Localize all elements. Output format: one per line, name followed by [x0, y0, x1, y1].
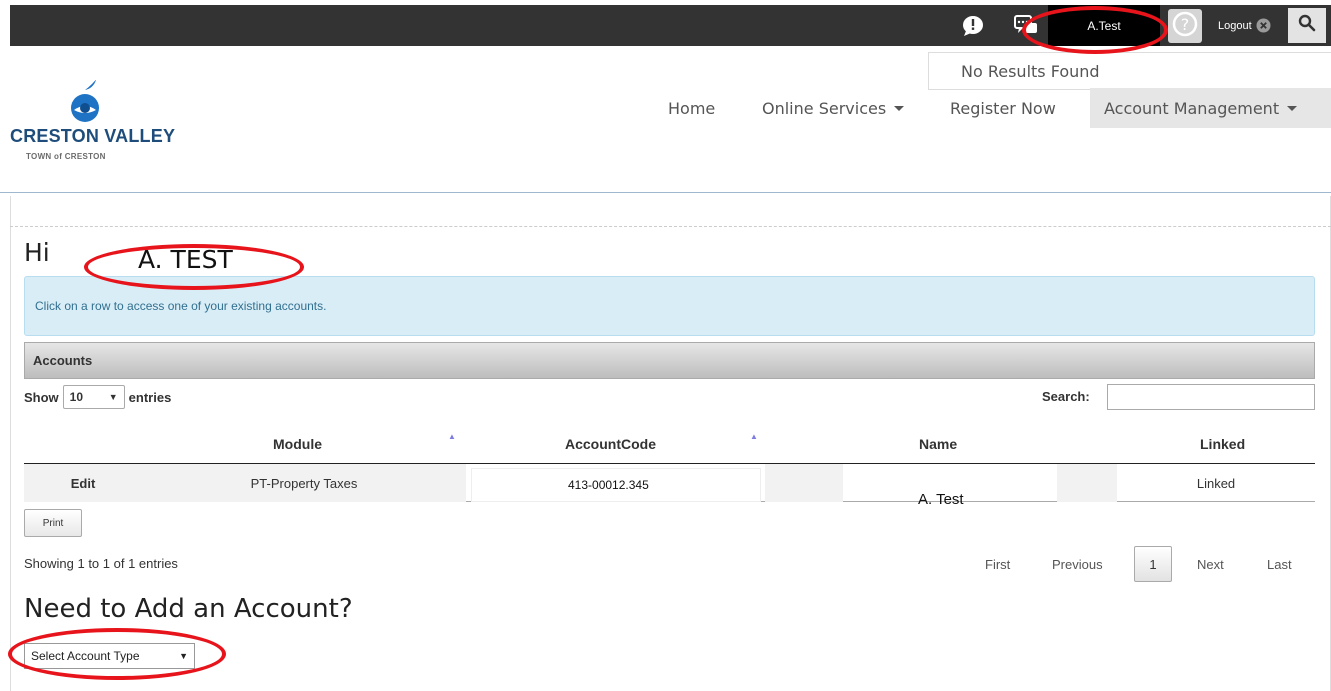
page-last-button[interactable]: Last: [1267, 546, 1292, 582]
entries-length-control: Show 10 ▼ entries: [24, 384, 171, 410]
linked-value: Linked: [1196, 475, 1236, 491]
no-results-message: No Results Found: [961, 61, 1100, 81]
table-info: Showing 1 to 1 of 1 entries: [24, 556, 178, 571]
name-value: A. Test: [918, 491, 964, 508]
chat-icon[interactable]: [1013, 14, 1039, 38]
account-type-value: Select Account Type: [31, 649, 140, 663]
column-header-module[interactable]: Module: [273, 424, 322, 464]
page-previous-button[interactable]: Previous: [1052, 546, 1103, 582]
page-current-button[interactable]: 1: [1134, 546, 1172, 582]
logo-mark: [67, 80, 103, 124]
table-row[interactable]: Edit PT-Property Taxes 413-00012.345 A. …: [24, 464, 1315, 508]
add-account-title: Need to Add an Account?: [24, 594, 353, 624]
account-type-select[interactable]: Select Account Type ▼: [24, 643, 195, 669]
cell-linked: Linked: [1117, 464, 1315, 502]
nav-online-services-label: Online Services: [762, 98, 887, 118]
nav-register-label: Register Now: [950, 98, 1056, 118]
print-button[interactable]: Print: [24, 509, 82, 537]
page-previous-label: Previous: [1052, 556, 1103, 572]
print-label: Print: [42, 517, 64, 529]
accounts-table: Module ▲ AccountCode ▲ Name Linked Edit …: [24, 424, 1315, 508]
column-module-label: Module: [273, 436, 322, 452]
page-last-label: Last: [1267, 556, 1292, 572]
column-name-label: Name: [919, 436, 958, 452]
cell-spacer: [1057, 464, 1117, 502]
logo-subtitle: TOWN of CRESTON: [26, 152, 106, 161]
close-circle-icon: [1256, 18, 1271, 33]
nav-online-services[interactable]: Online Services: [762, 88, 905, 128]
entries-label: entries: [128, 389, 172, 405]
column-header-accountcode[interactable]: AccountCode: [565, 424, 656, 464]
column-header-linked[interactable]: Linked: [1200, 424, 1245, 464]
header-divider: [0, 192, 1331, 193]
table-search-input[interactable]: [1107, 384, 1315, 410]
nav-account-label: Account Management: [1104, 98, 1280, 118]
nav-account-management[interactable]: Account Management: [1090, 88, 1331, 128]
greeting: Hi: [24, 238, 50, 267]
page-first-button[interactable]: First: [985, 546, 1010, 582]
logo[interactable]: CRESTON VALLEY TOWN of CRESTON: [10, 80, 190, 180]
accounts-heading-label: Accounts: [33, 353, 93, 368]
page-next-button[interactable]: Next: [1197, 546, 1224, 582]
greeting-user-name: A. TEST: [138, 245, 233, 274]
accounts-heading: Accounts: [24, 342, 1315, 379]
logout-button[interactable]: Logout: [1218, 5, 1271, 46]
info-alert: Click on a row to access one of your exi…: [24, 276, 1315, 336]
sort-asc-icon[interactable]: ▲: [750, 432, 758, 441]
sort-asc-icon[interactable]: ▲: [448, 432, 456, 441]
column-header-name[interactable]: Name: [919, 424, 957, 464]
avatar[interactable]: ?: [1168, 9, 1202, 43]
table-header: Module ▲ AccountCode ▲ Name Linked: [24, 424, 1315, 464]
caret-down-icon: [1287, 105, 1298, 111]
nav-home[interactable]: Home: [668, 88, 715, 128]
caret-down-icon: ▼: [179, 651, 188, 661]
edit-label: Edit: [70, 475, 96, 491]
column-linked-label: Linked: [1200, 436, 1246, 452]
search-results-dropdown: No Results Found: [928, 52, 1331, 90]
module-value: PT-Property Taxes: [250, 475, 358, 491]
caret-down-icon: [894, 105, 905, 111]
top-bar: A.Test ? Logout: [10, 5, 1331, 46]
page-current-label: 1: [1149, 556, 1157, 572]
entries-value: 10: [69, 390, 84, 404]
dashed-divider: [10, 226, 1331, 227]
cell-module: PT-Property Taxes: [142, 464, 466, 502]
info-text: Click on a row to access one of your exi…: [35, 299, 327, 313]
cell-name: A. Test: [843, 468, 1057, 508]
logo-title: CRESTON VALLEY: [10, 126, 176, 146]
search-icon: [1298, 14, 1316, 37]
page-next-label: Next: [1197, 556, 1224, 572]
user-menu[interactable]: A.Test: [1048, 5, 1160, 46]
svg-text:?: ?: [1181, 15, 1190, 34]
user-name: A.Test: [1087, 18, 1121, 33]
cell-spacer: [765, 464, 843, 502]
nav-home-label: Home: [668, 98, 716, 118]
table-search-label: Search:: [1042, 389, 1090, 404]
edit-link[interactable]: Edit: [24, 464, 142, 502]
nav-register-now[interactable]: Register Now: [950, 88, 1056, 128]
accountcode-value: 413-00012.345: [568, 478, 649, 492]
logout-label: Logout: [1218, 19, 1252, 32]
page-first-label: First: [985, 556, 1011, 572]
show-label: Show: [24, 389, 59, 405]
entries-select[interactable]: 10 ▼: [62, 385, 125, 409]
column-accountcode-label: AccountCode: [565, 436, 656, 452]
search-button[interactable]: [1288, 8, 1326, 43]
caret-down-icon: ▼: [108, 392, 118, 402]
cell-accountcode: 413-00012.345: [471, 468, 761, 502]
alert-icon[interactable]: [960, 14, 986, 38]
